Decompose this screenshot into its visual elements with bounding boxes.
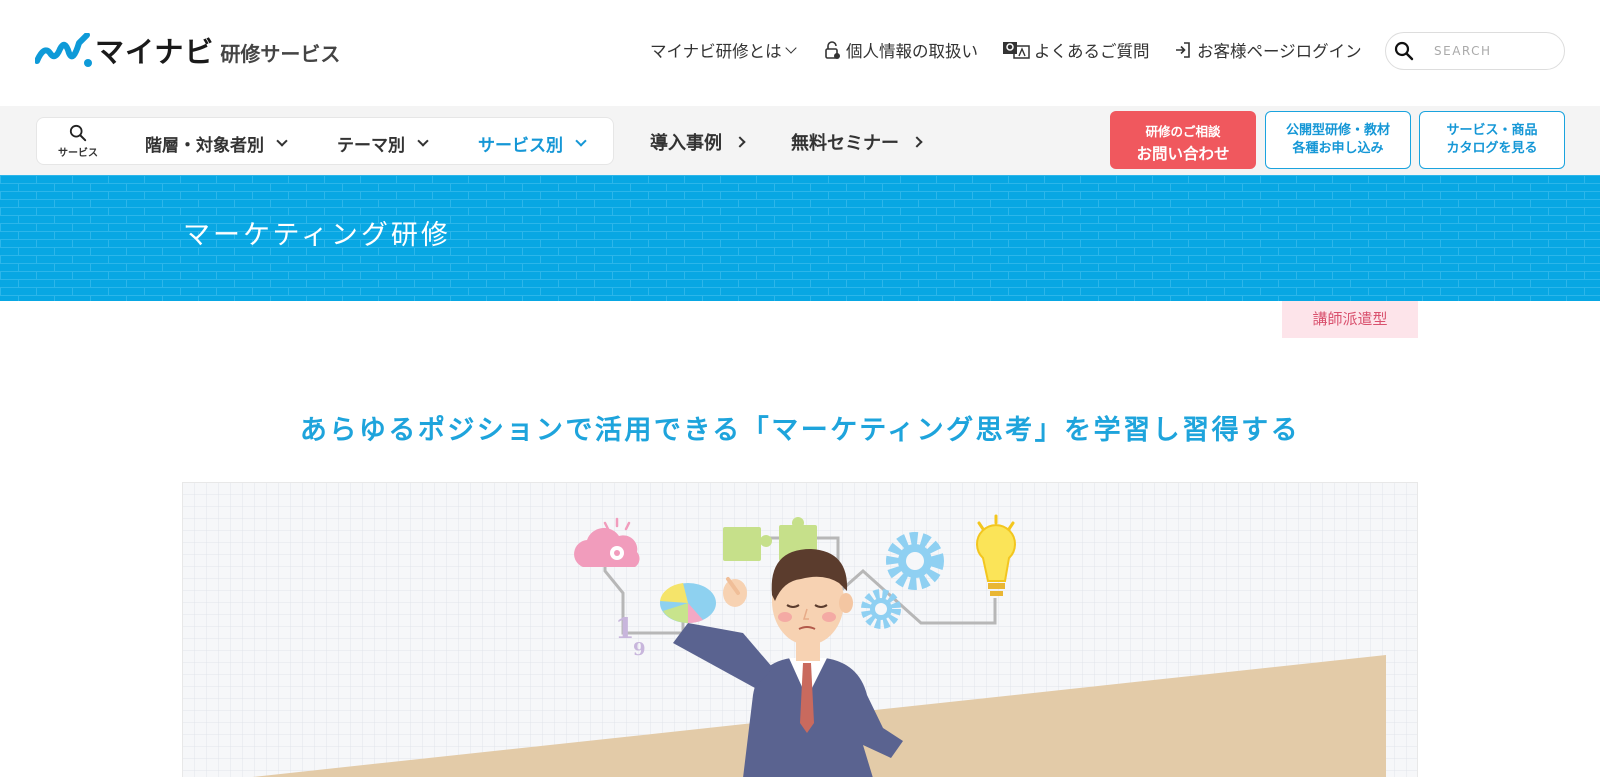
service-search-label: サービス — [58, 148, 98, 159]
nav-dropdown-level[interactable]: 階層・対象者別 — [145, 131, 288, 156]
topnav-login[interactable]: お客様ページログイン — [1173, 38, 1362, 62]
search-input[interactable] — [1434, 41, 1554, 61]
site-header: マイナビ 研修サービス マイナビ研修とは 個人情報の取扱い よくあるご質問 お客… — [0, 0, 1600, 106]
delivery-type-badge: 講師派遣型 — [1282, 301, 1418, 338]
catalog-button[interactable]: サービス・商品 カタログを見る — [1419, 111, 1565, 169]
hero-illustration: 1 9 — [182, 482, 1418, 777]
nav-dropdown-level-label: 階層・対象者別 — [145, 136, 264, 156]
digit-one: 1 — [615, 612, 634, 645]
topnav-about[interactable]: マイナビ研修とは — [650, 38, 797, 62]
nav-link-cases[interactable]: 導入事例 — [650, 129, 746, 155]
lock-icon — [825, 41, 840, 59]
category-menu: サービス 階層・対象者別 テーマ別 サービス別 — [36, 117, 614, 165]
login-icon — [1176, 42, 1190, 58]
nav-link-seminar-label: 無料セミナー — [791, 133, 899, 154]
contact-button-line2: お問い合わせ — [1136, 145, 1230, 163]
topnav-about-label: マイナビ研修とは — [650, 42, 782, 61]
chevron-right-icon — [734, 136, 746, 148]
search-icon — [69, 124, 87, 142]
service-search-button[interactable]: サービス — [55, 124, 101, 160]
contact-button-line1: 研修のご相談 — [1145, 124, 1221, 139]
page-headline: あらゆるポジションで活用できる「マーケティング思考」を学習し習得する — [299, 415, 1301, 446]
logo-subtitle: 研修サービス — [220, 42, 341, 66]
contact-button[interactable]: 研修のご相談 お問い合わせ — [1110, 111, 1256, 169]
nav-dropdown-service[interactable]: サービス別 — [478, 131, 587, 156]
site-logo[interactable]: マイナビ 研修サービス — [35, 33, 340, 69]
apply-button-line2: 各種お申し込み — [1292, 141, 1384, 156]
nav-dropdown-service-label: サービス別 — [478, 136, 563, 156]
topnav-privacy-label: 個人情報の取扱い — [846, 42, 978, 61]
topnav-faq[interactable]: よくあるご質問 — [1002, 38, 1150, 62]
catalog-button-line2: カタログを見る — [1446, 141, 1538, 156]
apply-button-line1: 公開型研修・教材 — [1285, 123, 1390, 138]
search-icon[interactable] — [1394, 41, 1414, 61]
topnav-faq-label: よくあるご質問 — [1034, 42, 1150, 61]
nav-dropdown-theme[interactable]: テーマ別 — [337, 131, 429, 156]
page-hero: マーケティング研修 — [0, 175, 1600, 301]
nav-link-cases-label: 導入事例 — [650, 133, 722, 154]
site-search[interactable] — [1385, 32, 1565, 70]
page-title: マーケティング研修 — [183, 220, 451, 251]
catalog-button-line1: サービス・商品 — [1446, 123, 1538, 138]
thinking-businessman-illustration: 1 9 — [183, 483, 1417, 777]
topnav-login-label: お客様ページログイン — [1197, 42, 1362, 61]
chevron-down-icon — [276, 135, 288, 147]
chevron-right-icon — [911, 136, 923, 148]
digit-nine: 9 — [633, 639, 646, 660]
apply-button[interactable]: 公開型研修・教材 各種お申し込み — [1265, 111, 1411, 169]
pie-chart-icon — [660, 583, 716, 624]
logo-mark-icon — [35, 33, 92, 67]
chevron-down-icon — [575, 135, 587, 147]
nav-dropdown-theme-label: テーマ別 — [337, 136, 405, 156]
faq-icon — [1003, 42, 1030, 59]
nav-link-seminar[interactable]: 無料セミナー — [791, 129, 923, 155]
chevron-down-icon — [417, 135, 429, 147]
logo-name: マイナビ — [95, 35, 215, 69]
topnav-privacy[interactable]: 個人情報の取扱い — [822, 38, 978, 62]
main-navbar: サービス 階層・対象者別 テーマ別 サービス別 導入事例 無料セミナー 研修のご… — [0, 106, 1600, 175]
chevron-down-icon — [785, 41, 797, 54]
